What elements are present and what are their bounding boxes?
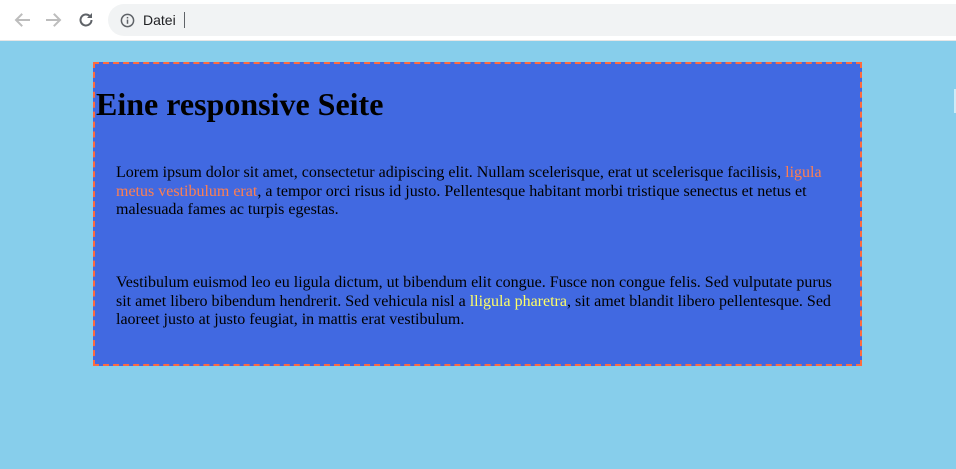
page-title: Eine responsive Seite (96, 86, 384, 122)
browser-toolbar: Datei (0, 0, 956, 41)
arrow-right-icon[interactable] (44, 10, 64, 30)
info-icon[interactable] (119, 12, 135, 28)
paragraph-1: Lorem ipsum dolor sit amet, consectetur … (116, 164, 836, 220)
paragraph-2-highlight: lligula pharetra (469, 292, 567, 310)
text-cursor (183, 12, 185, 28)
paragraph-2: Vestibulum euismod leo eu ligula dictum,… (116, 274, 836, 330)
address-text: Datei (143, 12, 176, 28)
paragraph-1-text-start: Lorem ipsum dolor sit amet, consectetur … (116, 164, 786, 181)
address-bar[interactable]: Datei (108, 4, 956, 36)
content-container: Eine responsive Seite Lorem ipsum dolor … (93, 62, 862, 366)
arrow-left-icon[interactable] (12, 10, 32, 30)
reload-icon[interactable] (76, 10, 96, 30)
page-viewport: Eine responsive Seite Lorem ipsum dolor … (0, 41, 956, 469)
